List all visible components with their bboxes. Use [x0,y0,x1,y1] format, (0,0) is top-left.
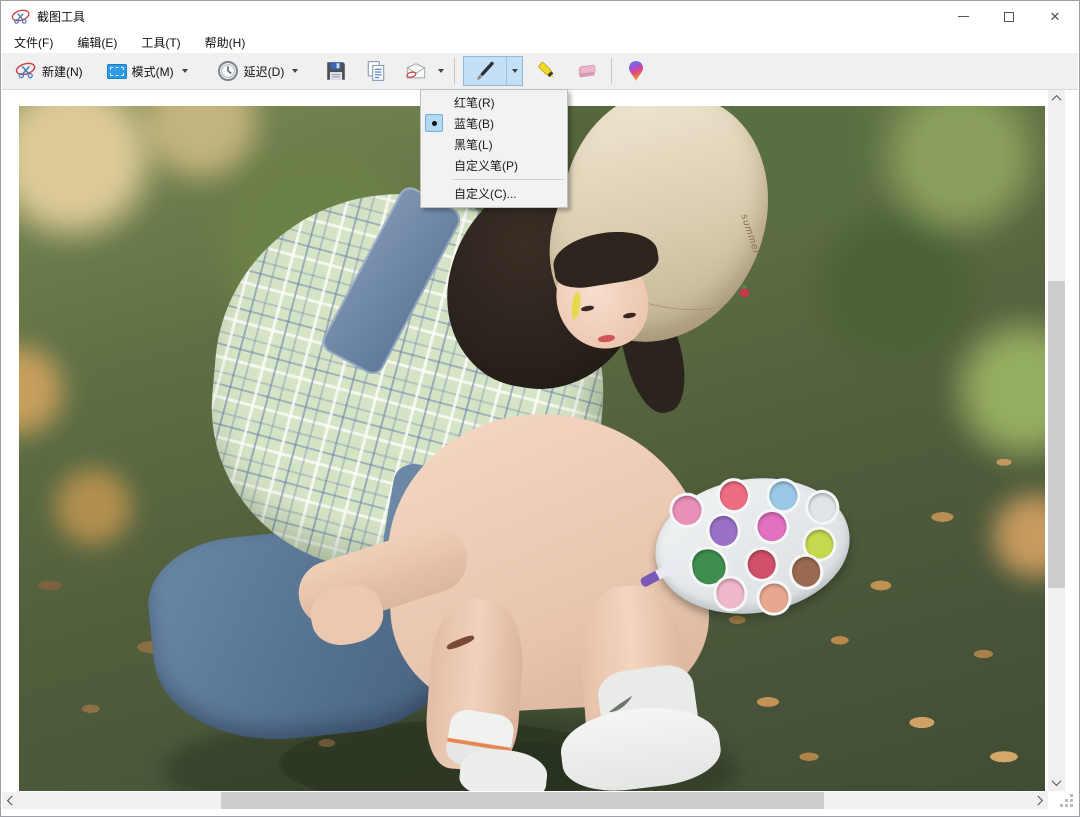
delay-dropdown-arrow-icon [292,69,298,73]
copy-button[interactable] [358,55,394,87]
pen-dropdown-arrow[interactable] [506,57,522,85]
save-floppy-icon [325,60,347,82]
eraser-button[interactable] [569,55,605,87]
toolbar: 新建(N) 模式(M) 延迟(D) [2,53,1078,90]
scroll-down-button[interactable] [1048,774,1065,791]
horizontal-scrollbar-thumb[interactable] [221,792,824,809]
scroll-up-button[interactable] [1048,90,1065,107]
email-button[interactable] [398,55,434,87]
snip-sketch-balloon-icon [625,60,647,82]
pen-color-menu: 红笔(R) 蓝笔(B) 黑笔(L) 自定义笔(P) 自定义(C)... [420,89,568,208]
maximize-button[interactable] [986,2,1032,31]
menu-item-label: 蓝笔(B) [454,115,494,132]
scroll-right-button[interactable] [1031,792,1048,809]
minimize-button[interactable] [940,2,986,31]
menu-item-black-pen[interactable]: 黑笔(L) [421,134,567,155]
delay-button[interactable]: 延迟(D) [210,55,309,87]
window-title: 截图工具 [37,8,85,25]
menu-item-label: 黑笔(L) [454,136,493,153]
toolbar-separator [454,58,455,84]
selected-radio-icon [425,114,443,132]
menu-item-custom-pen[interactable]: 自定义笔(P) [421,155,567,176]
menu-tools[interactable]: 工具(T) [129,31,192,54]
menu-item-red-pen[interactable]: 红笔(R) [421,92,567,113]
paint-pot [671,494,703,527]
save-button[interactable] [318,55,354,87]
snip-sketch-promo-button[interactable] [618,55,654,87]
menu-item-label: 自定义笔(P) [454,157,518,174]
title-bar: 截图工具 ✕ [2,2,1078,31]
paint-pot [707,515,739,548]
email-envelope-icon [405,60,427,82]
hat-strawberry-embroidery [740,288,749,297]
menu-file[interactable]: 文件(F) [2,31,65,54]
menu-bar: 文件(F) 编辑(E) 工具(T) 帮助(H) [2,31,1078,53]
vertical-scrollbar[interactable] [1048,90,1065,791]
paint-pot [714,577,746,610]
menu-item-label: 红笔(R) [454,94,495,111]
delay-label: 延迟(D) [244,63,285,80]
delay-clock-icon [217,60,239,82]
snipping-tool-window: 截图工具 ✕ 文件(F) 编辑(E) 工具(T) 帮助(H) 新建(N) 模式(… [0,0,1080,817]
menu-help[interactable]: 帮助(H) [193,31,258,54]
highlighter-icon [536,60,558,82]
menu-item-label: 自定义(C)... [454,185,517,202]
menu-item-customize[interactable]: 自定义(C)... [421,183,567,204]
horizontal-scrollbar[interactable] [2,792,1048,809]
paint-pot [756,511,788,544]
copy-icon [365,60,387,82]
mode-dropdown-arrow-icon [182,69,188,73]
snipping-tool-app-icon [11,8,31,26]
new-snip-label: 新建(N) [42,63,83,80]
new-snip-button[interactable]: 新建(N) [8,55,90,87]
email-dropdown-arrow-icon[interactable] [438,69,444,73]
menu-separator [452,179,564,180]
toolbar-separator [611,58,612,84]
pen-button[interactable] [464,57,506,85]
paint-pot [790,556,822,589]
chevron-right-icon [1033,796,1043,806]
chevron-up-icon [1052,95,1062,105]
close-button[interactable]: ✕ [1032,2,1078,31]
resize-grip[interactable] [1060,794,1074,808]
maximize-icon [1004,12,1014,22]
paint-pot [767,479,799,512]
pen-icon [474,60,496,82]
minimize-icon [958,16,969,17]
close-icon: ✕ [1050,10,1061,23]
chevron-left-icon [7,796,17,806]
new-snip-scissors-icon [15,60,37,82]
highlighter-button[interactable] [529,55,565,87]
paint-pot [746,549,778,582]
mode-button[interactable]: 模式(M) [100,58,198,85]
vertical-scrollbar-thumb[interactable] [1048,281,1065,588]
snip-image[interactable]: summer [19,106,1045,791]
pen-button-group [463,56,523,86]
pen-dropdown-arrow-icon [512,69,518,73]
scroll-left-button[interactable] [2,792,19,809]
menu-item-blue-pen[interactable]: 蓝笔(B) [421,113,567,134]
mode-label: 模式(M) [132,63,174,80]
eraser-icon [576,60,598,82]
mode-selection-icon [107,64,127,79]
paint-pot [718,480,750,513]
menu-edit[interactable]: 编辑(E) [65,31,129,54]
chevron-down-icon [1052,776,1062,786]
